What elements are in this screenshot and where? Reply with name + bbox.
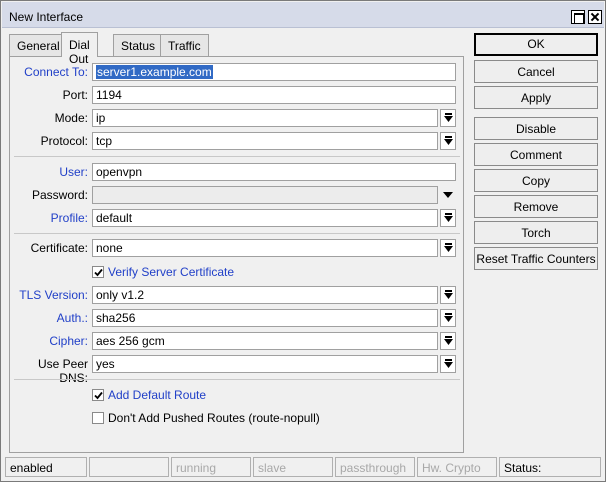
add-default-route-label: Add Default Route [108, 388, 207, 402]
new-interface-window: New Interface General Dial Out Status Tr… [0, 0, 606, 482]
dial-out-panel: Connect To: server1.example.com Port: 11… [9, 56, 464, 453]
certificate-dropdown-button[interactable] [440, 239, 456, 257]
status-blank [89, 457, 169, 477]
dropdown-arrow-icon [444, 113, 453, 122]
dropdown-arrow-icon [444, 290, 453, 299]
apply-button[interactable]: Apply [474, 86, 598, 109]
reset-traffic-counters-button[interactable]: Reset Traffic Counters [474, 247, 598, 270]
add-default-route-row: Add Default Route [10, 387, 465, 405]
protocol-dropdown-button[interactable] [440, 132, 456, 150]
dont-add-pushed-routes-label: Don't Add Pushed Routes (route-nopull) [108, 411, 320, 425]
mode-label: Mode: [54, 111, 88, 125]
connect-to-label: Connect To: [24, 65, 88, 79]
use-peer-dns-select[interactable]: yes [92, 355, 438, 373]
separator [14, 379, 460, 380]
status-passthrough: passthrough [335, 457, 415, 477]
use-peer-dns-dropdown-button[interactable] [440, 355, 456, 373]
tls-version-dropdown-button[interactable] [440, 286, 456, 304]
auth-row: Auth.: sha256 [10, 309, 465, 327]
comment-button[interactable]: Comment [474, 143, 598, 166]
dropdown-arrow-icon [444, 313, 453, 322]
tls-version-label: TLS Version: [19, 288, 88, 302]
dropdown-arrow-icon [443, 192, 453, 198]
password-label: Password: [31, 188, 88, 202]
certificate-select[interactable]: none [92, 239, 438, 257]
dropdown-arrow-icon [444, 243, 453, 252]
status-enabled: enabled [5, 457, 87, 477]
tab-general[interactable]: General [9, 34, 68, 56]
verify-cert-label: Verify Server Certificate [108, 265, 235, 279]
status-slave: slave [253, 457, 333, 477]
tls-version-row: TLS Version: only v1.2 [10, 286, 465, 304]
profile-dropdown-button[interactable] [440, 209, 456, 227]
mode-select[interactable]: ip [92, 109, 438, 127]
port-input[interactable]: 1194 [92, 86, 456, 104]
dont-add-pushed-routes-checkbox[interactable] [92, 412, 104, 424]
tab-traffic[interactable]: Traffic [160, 34, 209, 56]
tls-version-select[interactable]: only v1.2 [92, 286, 438, 304]
status-hw-crypto: Hw. Crypto [417, 457, 497, 477]
tab-dial-out[interactable]: Dial Out [61, 32, 98, 66]
dropdown-arrow-icon [444, 213, 453, 222]
protocol-row: Protocol: tcp [10, 132, 465, 150]
cipher-label: Cipher: [49, 334, 88, 348]
cipher-row: Cipher: aes 256 gcm [10, 332, 465, 350]
verify-cert-row: Verify Server Certificate [10, 264, 465, 282]
protocol-select[interactable]: tcp [92, 132, 438, 150]
separator [14, 156, 460, 157]
disable-button[interactable]: Disable [474, 117, 598, 140]
mode-dropdown-button[interactable] [440, 109, 456, 127]
certificate-label: Certificate: [30, 241, 88, 255]
dropdown-arrow-icon [444, 359, 453, 368]
copy-button[interactable]: Copy [474, 169, 598, 192]
mode-row: Mode: ip [10, 109, 465, 127]
torch-button[interactable]: Torch [474, 221, 598, 244]
dropdown-arrow-icon [444, 336, 453, 345]
checkmark-icon [94, 268, 103, 277]
window-title: New Interface [9, 10, 84, 24]
cancel-button[interactable]: Cancel [474, 60, 598, 83]
password-row: Password: [10, 186, 465, 204]
port-row: Port: 1194 [10, 86, 465, 104]
separator [14, 233, 460, 234]
ok-button[interactable]: OK [474, 33, 598, 56]
port-label: Port: [62, 88, 88, 102]
use-peer-dns-label: Use Peer DNS: [37, 357, 88, 385]
title-bar[interactable]: New Interface [2, 2, 604, 28]
verify-cert-checkbox[interactable] [92, 266, 104, 278]
close-icon[interactable] [588, 10, 602, 24]
dropdown-arrow-icon [444, 136, 453, 145]
dont-add-pushed-routes-row: Don't Add Pushed Routes (route-nopull) [10, 410, 465, 428]
connect-to-input[interactable]: server1.example.com [92, 63, 456, 81]
certificate-row: Certificate: none [10, 239, 465, 257]
profile-select[interactable]: default [92, 209, 438, 227]
cipher-select[interactable]: aes 256 gcm [92, 332, 438, 350]
tab-status[interactable]: Status [113, 34, 164, 56]
user-row: User: openvpn [10, 163, 465, 181]
password-toggle-button[interactable] [440, 186, 456, 204]
checkmark-icon [94, 391, 103, 400]
status-bar: enabled running slave passthrough Hw. Cr… [5, 457, 603, 479]
user-label: User: [59, 165, 88, 179]
add-default-route-checkbox[interactable] [92, 389, 104, 401]
protocol-label: Protocol: [40, 134, 88, 148]
profile-row: Profile: default [10, 209, 465, 227]
auth-dropdown-button[interactable] [440, 309, 456, 327]
cipher-dropdown-button[interactable] [440, 332, 456, 350]
use-peer-dns-row: Use Peer DNS: yes [10, 355, 465, 385]
profile-label: Profile: [50, 211, 88, 225]
connect-to-value: server1.example.com [96, 65, 213, 79]
password-input[interactable] [92, 186, 438, 204]
status-running: running [171, 457, 251, 477]
remove-button[interactable]: Remove [474, 195, 598, 218]
maximize-icon[interactable] [571, 10, 585, 24]
auth-select[interactable]: sha256 [92, 309, 438, 327]
status-label: Status: [499, 457, 601, 477]
user-input[interactable]: openvpn [92, 163, 456, 181]
auth-label: Auth.: [56, 311, 88, 325]
